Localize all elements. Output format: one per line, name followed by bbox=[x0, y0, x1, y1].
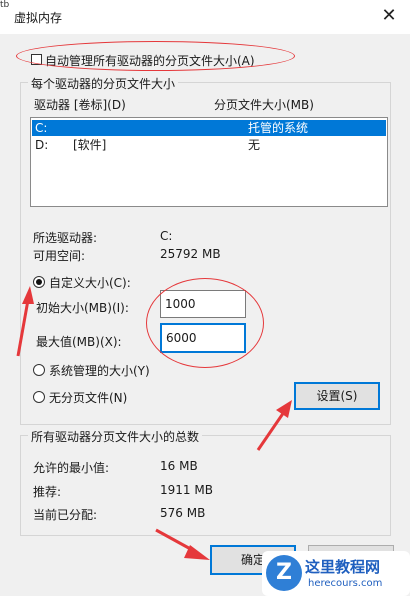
watermark-logo-icon: Z bbox=[266, 555, 302, 591]
arrow-to-ok-button bbox=[155, 528, 210, 560]
annotation-arrows bbox=[16, 286, 292, 560]
arrow-to-set-button bbox=[256, 400, 292, 451]
watermark-site-name: 这里教程网 bbox=[305, 558, 381, 576]
watermark-url: herecours.com bbox=[308, 578, 383, 589]
arrow-to-custom-radio bbox=[16, 286, 34, 357]
